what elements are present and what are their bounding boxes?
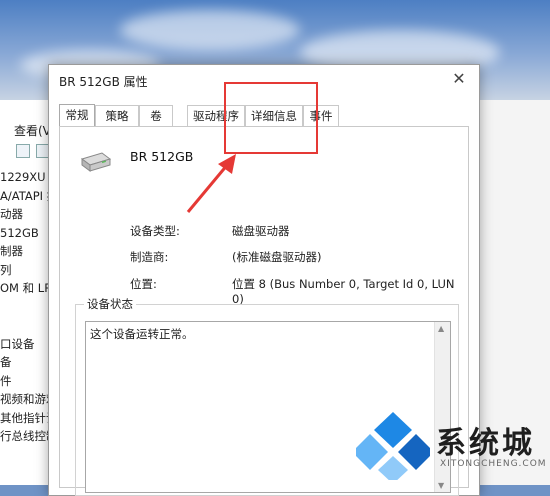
watermark-logo-icon bbox=[356, 412, 430, 480]
device-status-title: 设备状态 bbox=[84, 296, 136, 312]
location-value: 位置 8 (Bus Number 0, Target Id 0, LUN 0) bbox=[232, 277, 455, 306]
toolbar-icon[interactable] bbox=[16, 144, 30, 158]
device-status-text: 这个设备运转正常。 bbox=[90, 327, 194, 341]
device-type-label: 设备类型: bbox=[130, 224, 180, 238]
watermark-brand: 系统城 bbox=[436, 426, 535, 461]
tab-policies[interactable]: 策略 bbox=[95, 105, 139, 126]
tab-general[interactable]: 常规 bbox=[59, 104, 95, 127]
disk-drive-icon bbox=[80, 152, 112, 172]
manufacturer-label: 制造商: bbox=[130, 250, 169, 264]
watermark: 系统城 XITONGCHENG.COM bbox=[356, 410, 546, 480]
manufacturer-value: (标准磁盘驱动器) bbox=[232, 250, 322, 264]
highlight-box bbox=[224, 82, 318, 154]
dialog-title: BR 512GB 属性 bbox=[59, 75, 148, 89]
watermark-url: XITONGCHENG.COM bbox=[440, 459, 547, 469]
scroll-down-icon[interactable]: ▼ bbox=[438, 481, 444, 490]
scroll-up-icon[interactable]: ▲ bbox=[438, 324, 444, 333]
device-type-value: 磁盘驱动器 bbox=[232, 224, 290, 238]
tab-volumes[interactable]: 卷 bbox=[139, 105, 173, 126]
close-icon[interactable]: ✕ bbox=[449, 69, 469, 89]
location-label: 位置: bbox=[130, 277, 157, 291]
arrow-annotation-icon bbox=[186, 154, 236, 213]
